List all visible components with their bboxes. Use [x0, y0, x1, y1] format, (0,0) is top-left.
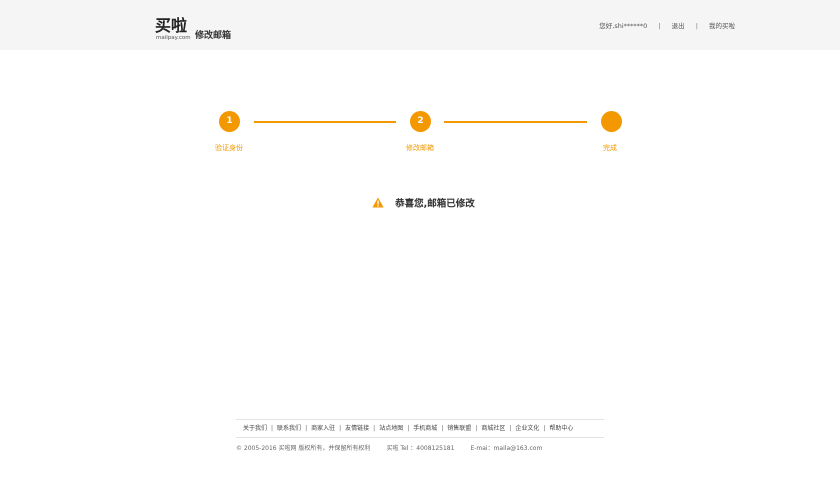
footer-link-alliance[interactable]: 销售联盟 [447, 425, 471, 432]
warning-triangle-icon [372, 197, 384, 208]
result-message: 恭喜您,邮箱已修改 [372, 192, 475, 210]
progress-steps: 1 2 验证身份 修改邮箱 完成 [0, 0, 840, 170]
success-text: 恭喜您,邮箱已修改 [395, 198, 475, 210]
step-2-circle: 2 [410, 111, 431, 132]
step-3-label: 完成 [603, 144, 617, 152]
tel-text: 买啦 Tel ：4008125181 [386, 445, 455, 452]
footer-link-mobile[interactable]: 手机商城 [413, 425, 437, 432]
step-connector-1 [254, 121, 396, 123]
step-connector-2 [444, 121, 587, 123]
footer-link-community[interactable]: 商城社区 [481, 425, 505, 432]
footer-link-contact[interactable]: 联系我们 [277, 425, 301, 432]
footer-link-about[interactable]: 关于我们 [243, 425, 267, 432]
footer-divider [236, 437, 604, 438]
footer-copyright-row: © 2005-2016 买啦网 版权所有，并保留所有权利 买啦 Tel ：4008… [236, 445, 542, 453]
footer-link-friends[interactable]: 友情链接 [345, 425, 369, 432]
step-3-circle [601, 111, 622, 132]
email-text: E-mai：maila@163.com [470, 445, 543, 452]
footer-link-help[interactable]: 帮助中心 [549, 425, 573, 432]
footer-link-merchant[interactable]: 商家入驻 [311, 425, 335, 432]
step-1-circle: 1 [219, 111, 240, 132]
footer-link-culture[interactable]: 企业文化 [515, 425, 539, 432]
step-2-label: 修改邮箱 [406, 144, 434, 152]
footer-links: 关于我们 | 联系我们 | 商家入驻 | 友情链接 | 站点地图 | 手机商城 | 销售联盟 | 商城社区 |… [243, 425, 574, 432]
footer-divider [236, 419, 604, 420]
copyright-text: © 2005-2016 买啦网 版权所有，并保留所有权利 [236, 445, 371, 452]
footer-link-sitemap[interactable]: 站点地图 [379, 425, 403, 432]
step-1-label: 验证身份 [215, 144, 243, 152]
